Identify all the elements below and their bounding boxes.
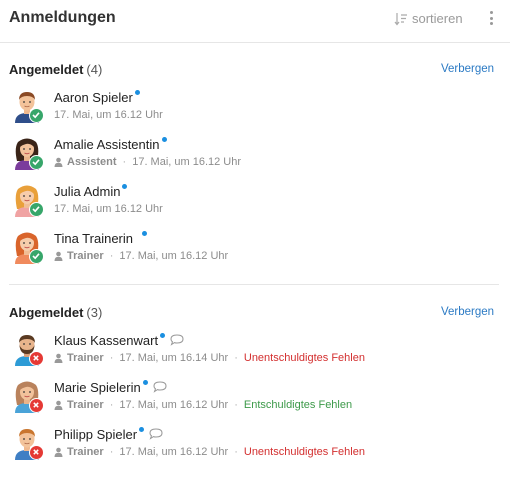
separator-dot: · [109,446,114,458]
section-registered-title: Angemeldet (4) [9,62,102,77]
section-unregistered-title: Abgemeldet (3) [9,305,102,320]
online-dot-icon [142,380,148,385]
person-role: Trainer [67,446,104,458]
section-registered-label: Angemeldet [9,62,84,77]
signup-time: 17. Mai, um 16.12 Uhr [132,156,242,168]
separator-dot: · [234,399,238,411]
person-role: Trainer [67,352,104,364]
person-name: Amalie Assistentin [54,137,167,152]
person-name-text: Julia Admin [54,184,121,199]
online-dot-icon [142,231,147,236]
person-role: Trainer [67,399,104,411]
person-meta: Trainer · 17. Mai, um 16.12 Uhr [54,250,228,262]
separator-dot: · [234,352,238,364]
signup-time: 17. Mai, um 16.12 Uhr [119,399,229,411]
separator-dot: · [109,250,114,262]
separator-dot: · [109,399,114,411]
comment-bubble-icon[interactable] [170,334,184,346]
list-item[interactable]: Philipp Spieler Trainer · 17. Mai, um 16… [0,424,510,468]
person-name: Aaron Spieler [54,90,140,105]
person-meta: Trainer · 17. Mai, um 16.14 Uhr · Unents… [54,352,365,364]
attending-check-icon [29,202,44,217]
avatar [12,136,46,172]
list-item[interactable]: Amalie Assistentin Assistent · 17. Mai, … [0,134,510,178]
comment-bubble-icon[interactable] [153,381,167,393]
person-name: Klaus Kassenwart [54,333,184,348]
avatar [12,426,46,462]
page-title: Anmeldungen [9,9,116,26]
signup-time: 17. Mai, um 16.12 Uhr [54,203,163,215]
list-item[interactable]: Julia Admin 17. Mai, um 16.12 Uhr [0,181,510,225]
avatar [12,183,46,219]
online-dot-icon [161,137,167,142]
person-name-text: Klaus Kassenwart [54,333,159,348]
person-meta: 17. Mai, um 16.12 Uhr [54,203,163,215]
person-name-text: Aaron Spieler [54,90,133,105]
person-meta: Assistent · 17. Mai, um 16.12 Uhr [54,156,241,168]
person-name-text: Tina Trainerin [54,231,133,246]
section-unregistered-label: Abgemeldet [9,305,84,320]
online-dot-icon [122,184,128,189]
comment-bubble-icon[interactable] [149,428,163,440]
registered-hide-link[interactable]: Verbergen [441,63,494,75]
online-dot-icon [139,427,145,432]
section-divider [9,284,499,285]
signup-time: 17. Mai, um 16.12 Uhr [54,109,163,121]
attending-check-icon [29,249,44,264]
sort-label: sortieren [412,11,463,26]
separator-dot: · [122,156,127,168]
person-name: Tina Trainerin [54,231,147,246]
unregistered-hide-link[interactable]: Verbergen [441,306,494,318]
online-dot-icon [160,333,166,338]
absent-x-icon [29,445,44,460]
avatar [12,230,46,266]
user-role-icon [54,251,63,261]
header-bar: Anmeldungen sortieren [0,0,510,43]
absence-reason: Unentschuldigtes Fehlen [243,446,365,458]
online-dot-icon [134,90,140,95]
person-role: Trainer [67,250,104,262]
person-meta: 17. Mai, um 16.12 Uhr [54,109,163,121]
person-meta: Trainer · 17. Mai, um 16.12 Uhr · Unents… [54,446,365,458]
list-item[interactable]: Marie Spielerin Trainer · 17. Mai, um 16… [0,377,510,421]
avatar [12,89,46,125]
signup-time: 17. Mai, um 16.12 Uhr [119,250,229,262]
user-role-icon [54,353,63,363]
avatar [12,379,46,415]
person-name: Marie Spielerin [54,380,167,395]
person-name-text: Marie Spielerin [54,380,141,395]
list-item[interactable]: Klaus Kassenwart Trainer · 17. Mai, um 1… [0,330,510,374]
attending-check-icon [29,155,44,170]
user-role-icon [54,447,63,457]
person-name-text: Philipp Spieler [54,427,138,442]
signup-time: 17. Mai, um 16.14 Uhr [119,352,229,364]
signup-time: 17. Mai, um 16.12 Uhr [119,446,229,458]
sort-icon [394,12,407,25]
person-name: Julia Admin [54,184,128,199]
attending-check-icon [29,108,44,123]
absent-x-icon [29,398,44,413]
person-meta: Trainer · 17. Mai, um 16.12 Uhr · Entsch… [54,399,352,411]
person-name-text: Amalie Assistentin [54,137,160,152]
person-role: Assistent [67,156,117,168]
section-registered-count: (4) [86,62,103,77]
user-role-icon [54,157,63,167]
separator-dot: · [234,446,238,458]
more-menu-icon[interactable] [487,11,495,27]
section-unregistered-count: (3) [86,305,103,320]
list-item[interactable]: Tina Trainerin Trainer · 17. Mai, um 16.… [0,228,510,272]
user-role-icon [54,400,63,410]
separator-dot: · [109,352,114,364]
absent-x-icon [29,351,44,366]
sort-button[interactable]: sortieren [394,11,463,26]
person-name: Philipp Spieler [54,427,163,442]
absence-reason: Entschuldigtes Fehlen [243,399,353,411]
absence-reason: Unentschuldigtes Fehlen [243,352,365,364]
avatar [12,332,46,368]
list-item[interactable]: Aaron Spieler 17. Mai, um 16.12 Uhr [0,87,510,131]
